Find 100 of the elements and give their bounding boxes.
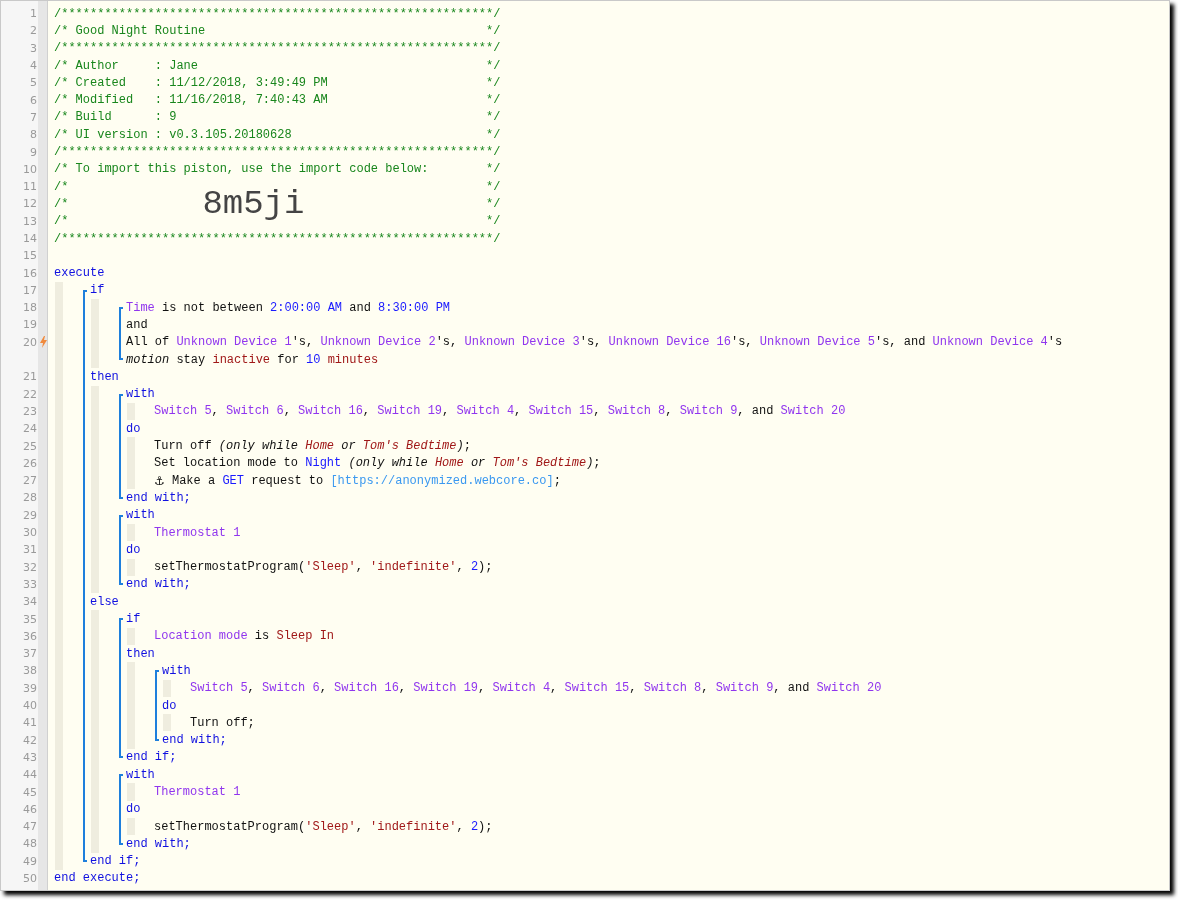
line-number: 32 [23, 560, 37, 574]
string-literal: 'Sleep' [305, 560, 356, 575]
keyword: execute [54, 266, 105, 281]
device-name: Switch 20 [780, 404, 846, 419]
line-number: 16 [23, 266, 37, 280]
url-link[interactable]: [https://anonymized.webcore.co] [330, 473, 554, 488]
code-text: setThermostatProgram( [154, 560, 306, 575]
line-number: 24 [23, 422, 37, 436]
line-number: 6 [30, 93, 37, 107]
device-name: Unknown Device 4 [932, 335, 1048, 350]
code-text: 's [1047, 335, 1063, 350]
line-number: 43 [23, 750, 37, 764]
code-text: and [348, 300, 372, 315]
device-name: Switch 15 [564, 681, 630, 696]
device-name: Switch 16 [334, 681, 399, 696]
line-number: 22 [23, 387, 37, 401]
italic-literal: Home [305, 439, 335, 454]
device-name: Location mode [154, 629, 248, 644]
keyword: end if; [90, 854, 141, 869]
comment-text: */ [486, 93, 501, 108]
comment-text: /************************************************************/ [54, 41, 501, 56]
code-text: , [514, 404, 523, 419]
string-literal: inactive [212, 352, 271, 367]
line-number: 19 [23, 318, 37, 332]
keyword: with [126, 508, 155, 523]
code-text: , and [737, 404, 775, 419]
code-text: , [478, 681, 487, 696]
italic-literal: Tom's Bedtime [492, 456, 587, 471]
code-text: Turn off; [190, 715, 255, 730]
code-text: ; [553, 473, 561, 488]
keyword: do [162, 698, 177, 713]
line-number: 9 [30, 145, 37, 159]
line-number: 13 [23, 214, 37, 228]
keyword: if [126, 612, 141, 627]
code-text: , [211, 404, 220, 419]
line-number: 38 [23, 664, 37, 678]
string-literal: 'indefinite' [370, 560, 457, 575]
code-text: 's, and [874, 335, 927, 350]
code-text: stay [175, 352, 207, 367]
value-text: 2 [470, 560, 479, 575]
comment-text: /************************************************************/ [54, 6, 501, 21]
comment-text: */ [486, 162, 501, 177]
italic-text: (only while [347, 456, 429, 471]
code-text: 's, [730, 335, 754, 350]
code-text: , [550, 681, 559, 696]
keyword: end with; [126, 577, 191, 592]
code-text: 's, [579, 335, 603, 350]
line-number: 45 [23, 785, 37, 799]
comment-text: /************************************************************/ [54, 231, 501, 246]
comment-text: */ [486, 127, 501, 142]
italic-literal: Tom's Bedtime [362, 439, 457, 454]
device-name: Switch 9 [679, 404, 738, 419]
line-number: 4 [30, 59, 37, 73]
keyword: end if; [126, 750, 177, 765]
keyword: with [126, 767, 155, 782]
keyword: with [162, 663, 191, 678]
value-text: 10 [306, 352, 321, 367]
device-name: Switch 9 [715, 681, 774, 696]
comment-text: */ [486, 196, 501, 211]
device-name: Unknown Device 1 [176, 335, 292, 350]
device-name: Unknown Device 16 [608, 335, 731, 350]
line-number: 27 [23, 474, 37, 488]
device-name: Switch 8 [643, 681, 702, 696]
line-number: 50 [23, 872, 37, 885]
device-name: Switch 8 [607, 404, 666, 419]
line-number: 20 [23, 335, 37, 349]
keyword: end with; [162, 733, 227, 748]
line-number: 1 [30, 7, 37, 21]
code-text: and [126, 318, 148, 332]
keyword: do [126, 802, 141, 817]
code-text: ; [593, 456, 601, 471]
code-text: , [665, 404, 674, 419]
device-name: Switch 15 [528, 404, 594, 419]
keyword: end with; [126, 490, 191, 505]
line-number: 17 [23, 283, 37, 297]
code-text: All of [126, 335, 171, 350]
code-text: , [629, 681, 638, 696]
line-number: 36 [23, 629, 37, 643]
code-text: , [319, 681, 328, 696]
code-text: , [355, 560, 364, 575]
keyword: do [126, 421, 141, 436]
code-text: , [456, 819, 465, 834]
italic-literal: Home [434, 456, 464, 471]
line-number: 30 [23, 526, 37, 540]
italic-text: motion [126, 352, 170, 367]
value-text: GET [222, 473, 244, 488]
comment-text: /* Author : Jane [54, 58, 199, 73]
comment-text: /* [54, 196, 69, 211]
string-literal: 'indefinite' [370, 819, 457, 834]
line-number: 34 [23, 595, 37, 609]
code-text: , [362, 404, 372, 419]
line-number: 42 [23, 733, 37, 747]
line-number: 25 [23, 439, 37, 453]
comment-text: /* Build : 9 [54, 110, 177, 125]
code-text: 's, [435, 335, 459, 350]
block-bracket [119, 774, 123, 845]
comment-text: */ [486, 179, 501, 194]
code-text: , [247, 681, 256, 696]
comment-text: /* Created : 11/12/2018, 3:49:49 PM [54, 75, 328, 90]
italic-text: ) [456, 439, 464, 454]
